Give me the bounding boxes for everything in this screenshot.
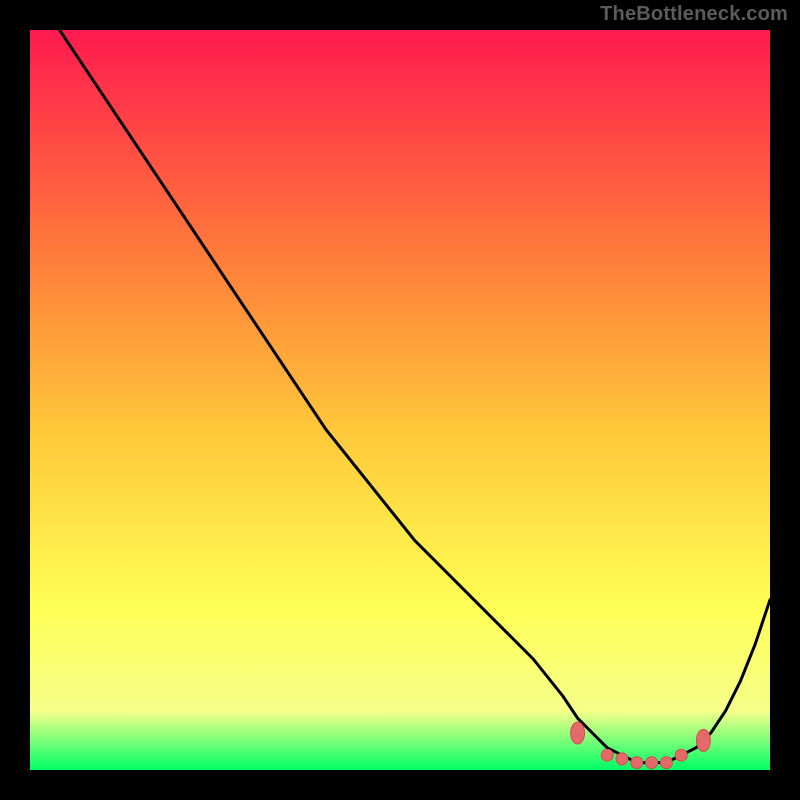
watermark-text: TheBottleneck.com (600, 3, 788, 26)
curve-marker-7 (696, 729, 710, 751)
curve-marker-1 (601, 749, 613, 761)
curve-marker-5 (660, 757, 672, 769)
curve-marker-0 (571, 722, 585, 744)
chart-plot-area (30, 30, 770, 770)
chart-svg (30, 30, 770, 770)
curve-marker-3 (631, 757, 643, 769)
chart-frame: TheBottleneck.com (0, 0, 800, 800)
curve-marker-6 (675, 749, 687, 761)
curve-marker-2 (616, 753, 628, 765)
curve-marker-4 (646, 757, 658, 769)
chart-background (30, 30, 770, 770)
